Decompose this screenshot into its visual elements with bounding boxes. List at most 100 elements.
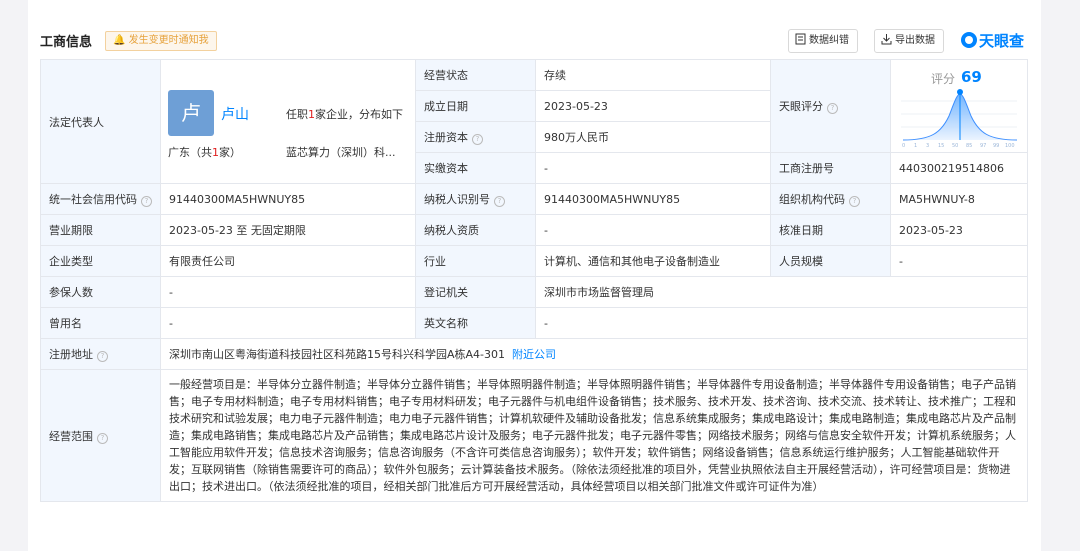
legal-rep-cell: 卢 卢山 任职1家企业，分布如下 广东（共1家） 蓝芯算力（深圳）科... bbox=[160, 59, 416, 184]
org-code-label-cell: 组织机构代码? bbox=[770, 183, 891, 215]
help-icon[interactable]: ? bbox=[97, 351, 108, 362]
tianyancha-logo: 天眼查 bbox=[961, 30, 1024, 51]
industry-label: 行业 bbox=[415, 245, 536, 277]
table-row: 经营范围? 一般经营项目是：半导体分立器件制造；半导体分立器件销售；半导体照明器… bbox=[40, 369, 1028, 502]
score-distribution-chart: 0 1 3 15 50 85 97 99 100 bbox=[901, 89, 1018, 148]
taxid-value: 91440300MA5HWNUY85 bbox=[535, 183, 771, 215]
score-value: 69 bbox=[961, 68, 982, 86]
company-type-value: 有限责任公司 bbox=[160, 245, 416, 277]
credit-code-label-cell: 统一社会信用代码? bbox=[40, 183, 161, 215]
help-icon[interactable]: ? bbox=[141, 196, 152, 207]
score-label: 天眼评分 bbox=[779, 100, 823, 113]
tick-label: 15 bbox=[938, 143, 944, 148]
section-title: 工商信息 bbox=[40, 35, 93, 50]
score-label-cell: 天眼评分? bbox=[770, 59, 891, 153]
export-data-label: 导出数据 bbox=[895, 35, 935, 46]
term-value: 2023-05-23 至 无固定期限 bbox=[160, 214, 416, 246]
logo-text: 天眼查 bbox=[979, 32, 1025, 50]
help-icon[interactable]: ? bbox=[827, 103, 838, 114]
company-type-label: 企业类型 bbox=[40, 245, 161, 277]
tick-label: 0 bbox=[902, 143, 905, 148]
capital-label: 注册资本 bbox=[424, 131, 468, 144]
table-row: 企业类型 有限责任公司 行业 计算机、通信和其他电子设备制造业 人员规模 - bbox=[40, 245, 1028, 277]
export-data-button[interactable]: 导出数据 bbox=[874, 29, 944, 53]
download-icon bbox=[881, 34, 892, 45]
legal-rep-name[interactable]: 卢山 bbox=[221, 104, 249, 124]
tick-label: 100 bbox=[1005, 143, 1015, 148]
table-row: 法定代表人 卢 卢山 任职1家企业，分布如下 广东（共1家） 蓝芯算力（深圳）科… bbox=[40, 59, 1028, 184]
legal-rep-province: 广东（共1家） bbox=[168, 146, 241, 159]
authority-label: 登记机关 bbox=[415, 276, 536, 308]
credit-code-value: 91440300MA5HWNUY85 bbox=[160, 183, 416, 215]
legal-rep-company[interactable]: 蓝芯算力（深圳）科... bbox=[286, 144, 396, 160]
term-label: 营业期限 bbox=[40, 214, 161, 246]
document-icon bbox=[795, 33, 806, 45]
table-row: 统一社会信用代码? 91440300MA5HWNUY85 纳税人识别号? 914… bbox=[40, 183, 1028, 215]
former-name-value: - bbox=[160, 307, 416, 339]
legal-rep-positions: 任职1家企业，分布如下 bbox=[286, 108, 403, 121]
business-scope-value: 一般经营项目是：半导体分立器件制造；半导体分立器件销售；半导体照明器件制造；半导… bbox=[160, 369, 1028, 502]
tick-label: 3 bbox=[926, 143, 929, 148]
approve-date-label: 核准日期 bbox=[770, 214, 891, 246]
table-row: 营业期限 2023-05-23 至 无固定期限 纳税人资质 - 核准日期 202… bbox=[40, 214, 1028, 246]
score-title: 评分 bbox=[931, 72, 956, 86]
address-label: 注册地址 bbox=[49, 348, 93, 361]
address-label-cell: 注册地址? bbox=[40, 338, 161, 370]
insured-label: 参保人数 bbox=[40, 276, 161, 308]
scope-label-cell: 经营范围? bbox=[40, 369, 161, 502]
table-row: 参保人数 - 登记机关 深圳市市场监督管理局 bbox=[40, 276, 1028, 308]
org-code-label: 组织机构代码 bbox=[779, 193, 845, 206]
help-icon[interactable]: ? bbox=[97, 432, 108, 444]
authority-value: 深圳市市场监督管理局 bbox=[535, 276, 1028, 308]
paid-capital-value: - bbox=[535, 152, 771, 184]
data-correct-label: 数据纠错 bbox=[809, 35, 849, 46]
reg-no-label: 工商注册号 bbox=[770, 152, 891, 184]
status-label: 经营状态 bbox=[415, 59, 536, 91]
reg-no-value: 440300219514806 bbox=[890, 152, 1028, 184]
legal-rep-label: 法定代表人 bbox=[40, 59, 161, 184]
credit-code-label: 统一社会信用代码 bbox=[49, 193, 137, 206]
business-info-card: 工商信息 🔔 发生变更时通知我 数据纠错 导出数据 天眼查 法定代表人 卢 卢山… bbox=[28, 0, 1041, 551]
table-row: 注册地址? 深圳市南山区粤海街道科技园社区科苑路15号科兴科学园A栋A4-301… bbox=[40, 338, 1028, 370]
address-cell: 深圳市南山区粤海街道科技园社区科苑路15号科兴科学园A栋A4-301 附近公司 bbox=[160, 338, 1028, 370]
address-value: 深圳市南山区粤海街道科技园社区科苑路15号科兴科学园A栋A4-301 bbox=[169, 348, 506, 361]
bell-icon: 🔔 bbox=[113, 35, 126, 46]
notify-label: 发生变更时通知我 bbox=[128, 35, 209, 46]
industry-value: 计算机、通信和其他电子设备制造业 bbox=[535, 245, 771, 277]
found-date-label: 成立日期 bbox=[415, 90, 536, 122]
tax-qual-value: - bbox=[535, 214, 771, 246]
taxid-label-cell: 纳税人识别号? bbox=[415, 183, 536, 215]
avatar: 卢 bbox=[168, 90, 214, 136]
tick-label: 97 bbox=[980, 143, 986, 148]
score-chart-cell: 评分 69 0 1 3 15 50 85 97 99 100 bbox=[890, 59, 1028, 153]
found-date-value: 2023-05-23 bbox=[535, 90, 771, 122]
help-icon[interactable]: ? bbox=[494, 196, 505, 207]
business-info-table: 法定代表人 卢 卢山 任职1家企业，分布如下 广东（共1家） 蓝芯算力（深圳）科… bbox=[40, 59, 1028, 502]
tick-label: 1 bbox=[914, 143, 917, 148]
scope-label: 经营范围 bbox=[49, 429, 93, 443]
english-name-value: - bbox=[535, 307, 1028, 339]
tax-qual-label: 纳税人资质 bbox=[415, 214, 536, 246]
nearby-companies-link[interactable]: 附近公司 bbox=[512, 348, 556, 361]
org-code-value: MA5HWNUY-8 bbox=[890, 183, 1028, 215]
capital-label-cell: 注册资本? bbox=[415, 121, 536, 153]
insured-value: - bbox=[160, 276, 416, 308]
former-name-label: 曾用名 bbox=[40, 307, 161, 339]
english-name-label: 英文名称 bbox=[415, 307, 536, 339]
help-icon[interactable]: ? bbox=[472, 134, 483, 145]
tick-label: 85 bbox=[966, 143, 972, 148]
paid-capital-label: 实缴资本 bbox=[415, 152, 536, 184]
capital-value: 980万人民币 bbox=[535, 121, 771, 153]
staff-size-label: 人员规模 bbox=[770, 245, 891, 277]
change-notify-button[interactable]: 🔔 发生变更时通知我 bbox=[105, 31, 217, 51]
status-value: 存续 bbox=[535, 59, 771, 91]
staff-size-value: - bbox=[890, 245, 1028, 277]
approve-date-value: 2023-05-23 bbox=[890, 214, 1028, 246]
logo-icon bbox=[961, 32, 977, 48]
tick-label: 99 bbox=[993, 143, 999, 148]
help-icon[interactable]: ? bbox=[849, 196, 860, 207]
taxid-label: 纳税人识别号 bbox=[424, 193, 490, 206]
data-correct-button[interactable]: 数据纠错 bbox=[788, 29, 858, 53]
tick-label: 50 bbox=[952, 143, 958, 148]
table-row: 曾用名 - 英文名称 - bbox=[40, 307, 1028, 339]
